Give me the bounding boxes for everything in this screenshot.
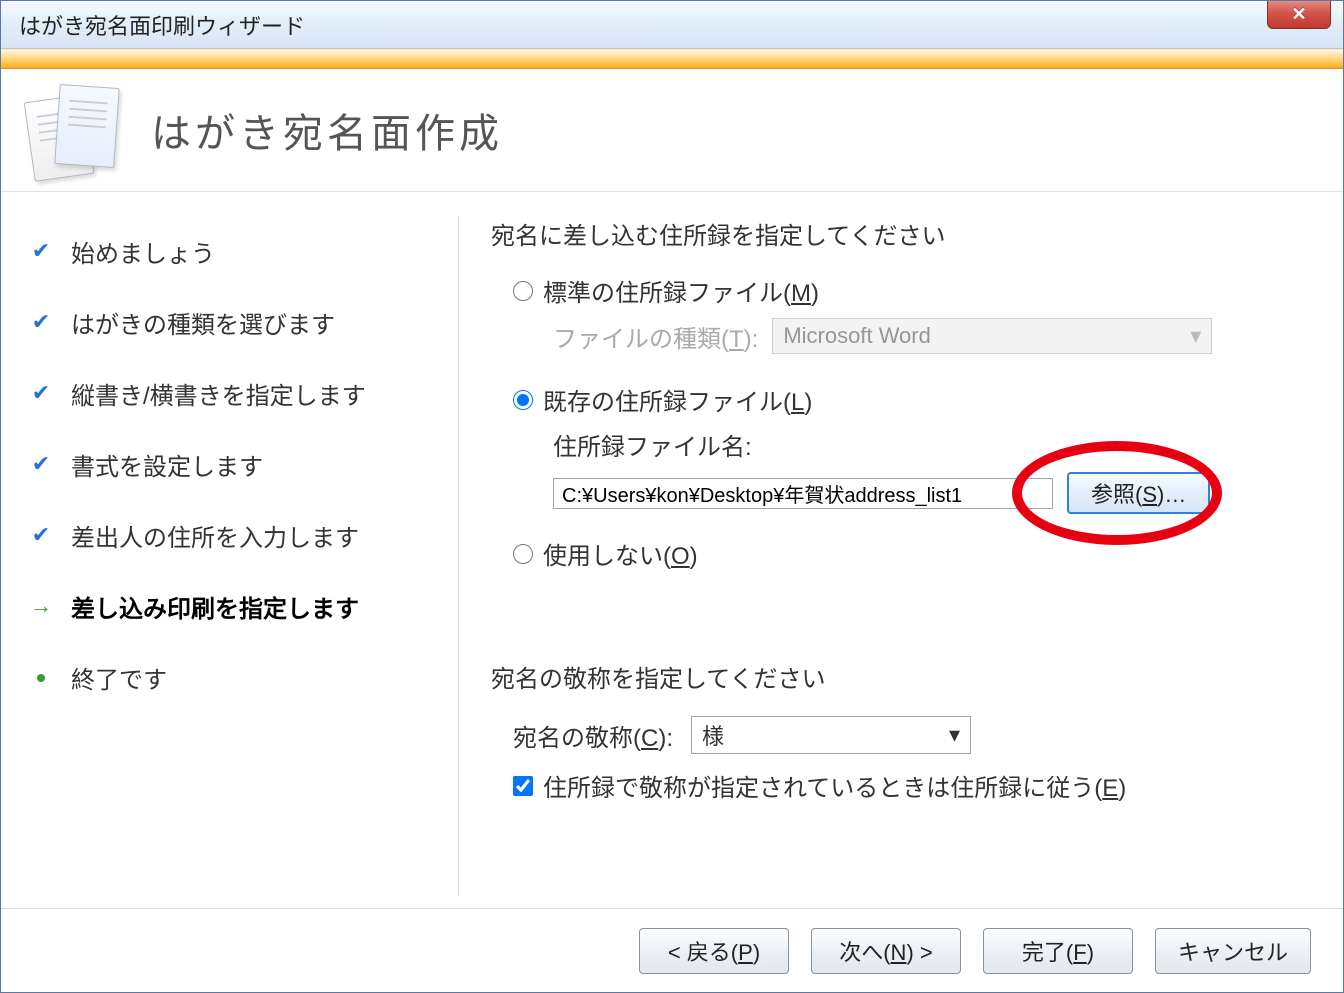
titlebar: はがき宛名面印刷ウィザード ✕ (1, 1, 1343, 49)
postcard-icon (23, 80, 127, 180)
footer: < 戻る(P) 次へ(N) > 完了(F) キャンセル (1, 908, 1343, 992)
section-honorific: 宛名の敬称を指定してください 宛名の敬称(C): 様 ▾ 住所録で敬称が指定され… (491, 659, 1315, 803)
radio-existing-input[interactable] (513, 390, 533, 410)
chevron-down-icon: ▾ (949, 722, 960, 748)
next-button[interactable]: 次へ(N) > (811, 928, 961, 974)
header: はがき宛名面作成 (1, 69, 1343, 191)
dot-icon (37, 674, 45, 682)
cancel-button[interactable]: キャンセル (1155, 928, 1311, 974)
follow-addressbook-checkbox[interactable] (513, 776, 533, 796)
radio-standard-input[interactable] (513, 281, 533, 301)
honorific-select[interactable]: 様 ▾ (691, 716, 971, 754)
follow-addressbook-label: 住所録で敬称が指定されているときは住所録に従う(E) (543, 768, 1126, 803)
step-item: ✔縦書き/横書きを指定します (29, 358, 438, 429)
step-item-current: →差し込み印刷を指定します (29, 571, 438, 642)
step-item: 終了です (29, 642, 438, 713)
radio-existing[interactable]: 既存の住所録ファイル(L) (513, 382, 1315, 417)
step-item: ✔はがきの種類を選びます (29, 287, 438, 358)
arrow-icon: → (30, 593, 52, 619)
finish-button[interactable]: 完了(F) (983, 928, 1133, 974)
body: ✔始めましょう ✔はがきの種類を選びます ✔縦書き/横書きを指定します ✔書式を… (1, 191, 1343, 908)
follow-addressbook-row[interactable]: 住所録で敬称が指定されているときは住所録に従う(E) (491, 768, 1315, 803)
honorific-row: 宛名の敬称(C): 様 ▾ (491, 716, 1315, 754)
check-icon: ✔ (32, 309, 50, 335)
check-icon: ✔ (32, 238, 50, 264)
file-path-input[interactable] (553, 478, 1053, 509)
radio-none-label: 使用しない(O) (543, 536, 698, 571)
radio-standard-label: 標準の住所録ファイル(M) (543, 273, 819, 308)
radio-none[interactable]: 使用しない(O) (513, 536, 1315, 571)
window-title: はがき宛名面印刷ウィザード (19, 9, 305, 41)
step-item: ✔始めましょう (29, 216, 438, 287)
step-item: ✔差出人の住所を入力します (29, 500, 438, 571)
check-icon: ✔ (32, 522, 50, 548)
section-heading-honorific: 宛名の敬称を指定してください (491, 659, 1315, 694)
close-icon: ✕ (1291, 4, 1306, 25)
filetype-row: ファイルの種類(T): Microsoft Word ▾ (513, 318, 1315, 354)
check-icon: ✔ (32, 380, 50, 406)
file-label: 住所録ファイル名: (513, 427, 1315, 462)
ribbon-strip (1, 49, 1343, 69)
step-item: ✔書式を設定します (29, 429, 438, 500)
section-heading-addressbook: 宛名に差し込む住所録を指定してください (491, 216, 1315, 251)
filetype-label: ファイルの種類(T): (553, 319, 758, 354)
radio-existing-label: 既存の住所録ファイル(L) (543, 382, 812, 417)
back-button[interactable]: < 戻る(P) (639, 928, 789, 974)
radio-none-input[interactable] (513, 544, 533, 564)
close-button[interactable]: ✕ (1267, 1, 1331, 29)
file-row: 参照(S)… (513, 472, 1315, 514)
honorific-label: 宛名の敬称(C): (513, 718, 673, 753)
chevron-down-icon: ▾ (1190, 323, 1201, 349)
browse-button[interactable]: 参照(S)… (1067, 472, 1210, 514)
page-title: はがき宛名面作成 (151, 101, 503, 159)
radio-standard[interactable]: 標準の住所録ファイル(M) (513, 273, 1315, 308)
content-area: 宛名に差し込む住所録を指定してください 標準の住所録ファイル(M) ファイルの種… (459, 216, 1315, 896)
addressbook-radio-group: 標準の住所録ファイル(M) ファイルの種類(T): Microsoft Word… (491, 273, 1315, 571)
check-icon: ✔ (32, 451, 50, 477)
wizard-window: はがき宛名面印刷ウィザード ✕ はがき宛名面作成 ✔始めましょう ✔はがきの種類… (0, 0, 1344, 993)
step-list: ✔始めましょう ✔はがきの種類を選びます ✔縦書き/横書きを指定します ✔書式を… (29, 216, 459, 896)
filetype-select: Microsoft Word ▾ (772, 318, 1212, 354)
